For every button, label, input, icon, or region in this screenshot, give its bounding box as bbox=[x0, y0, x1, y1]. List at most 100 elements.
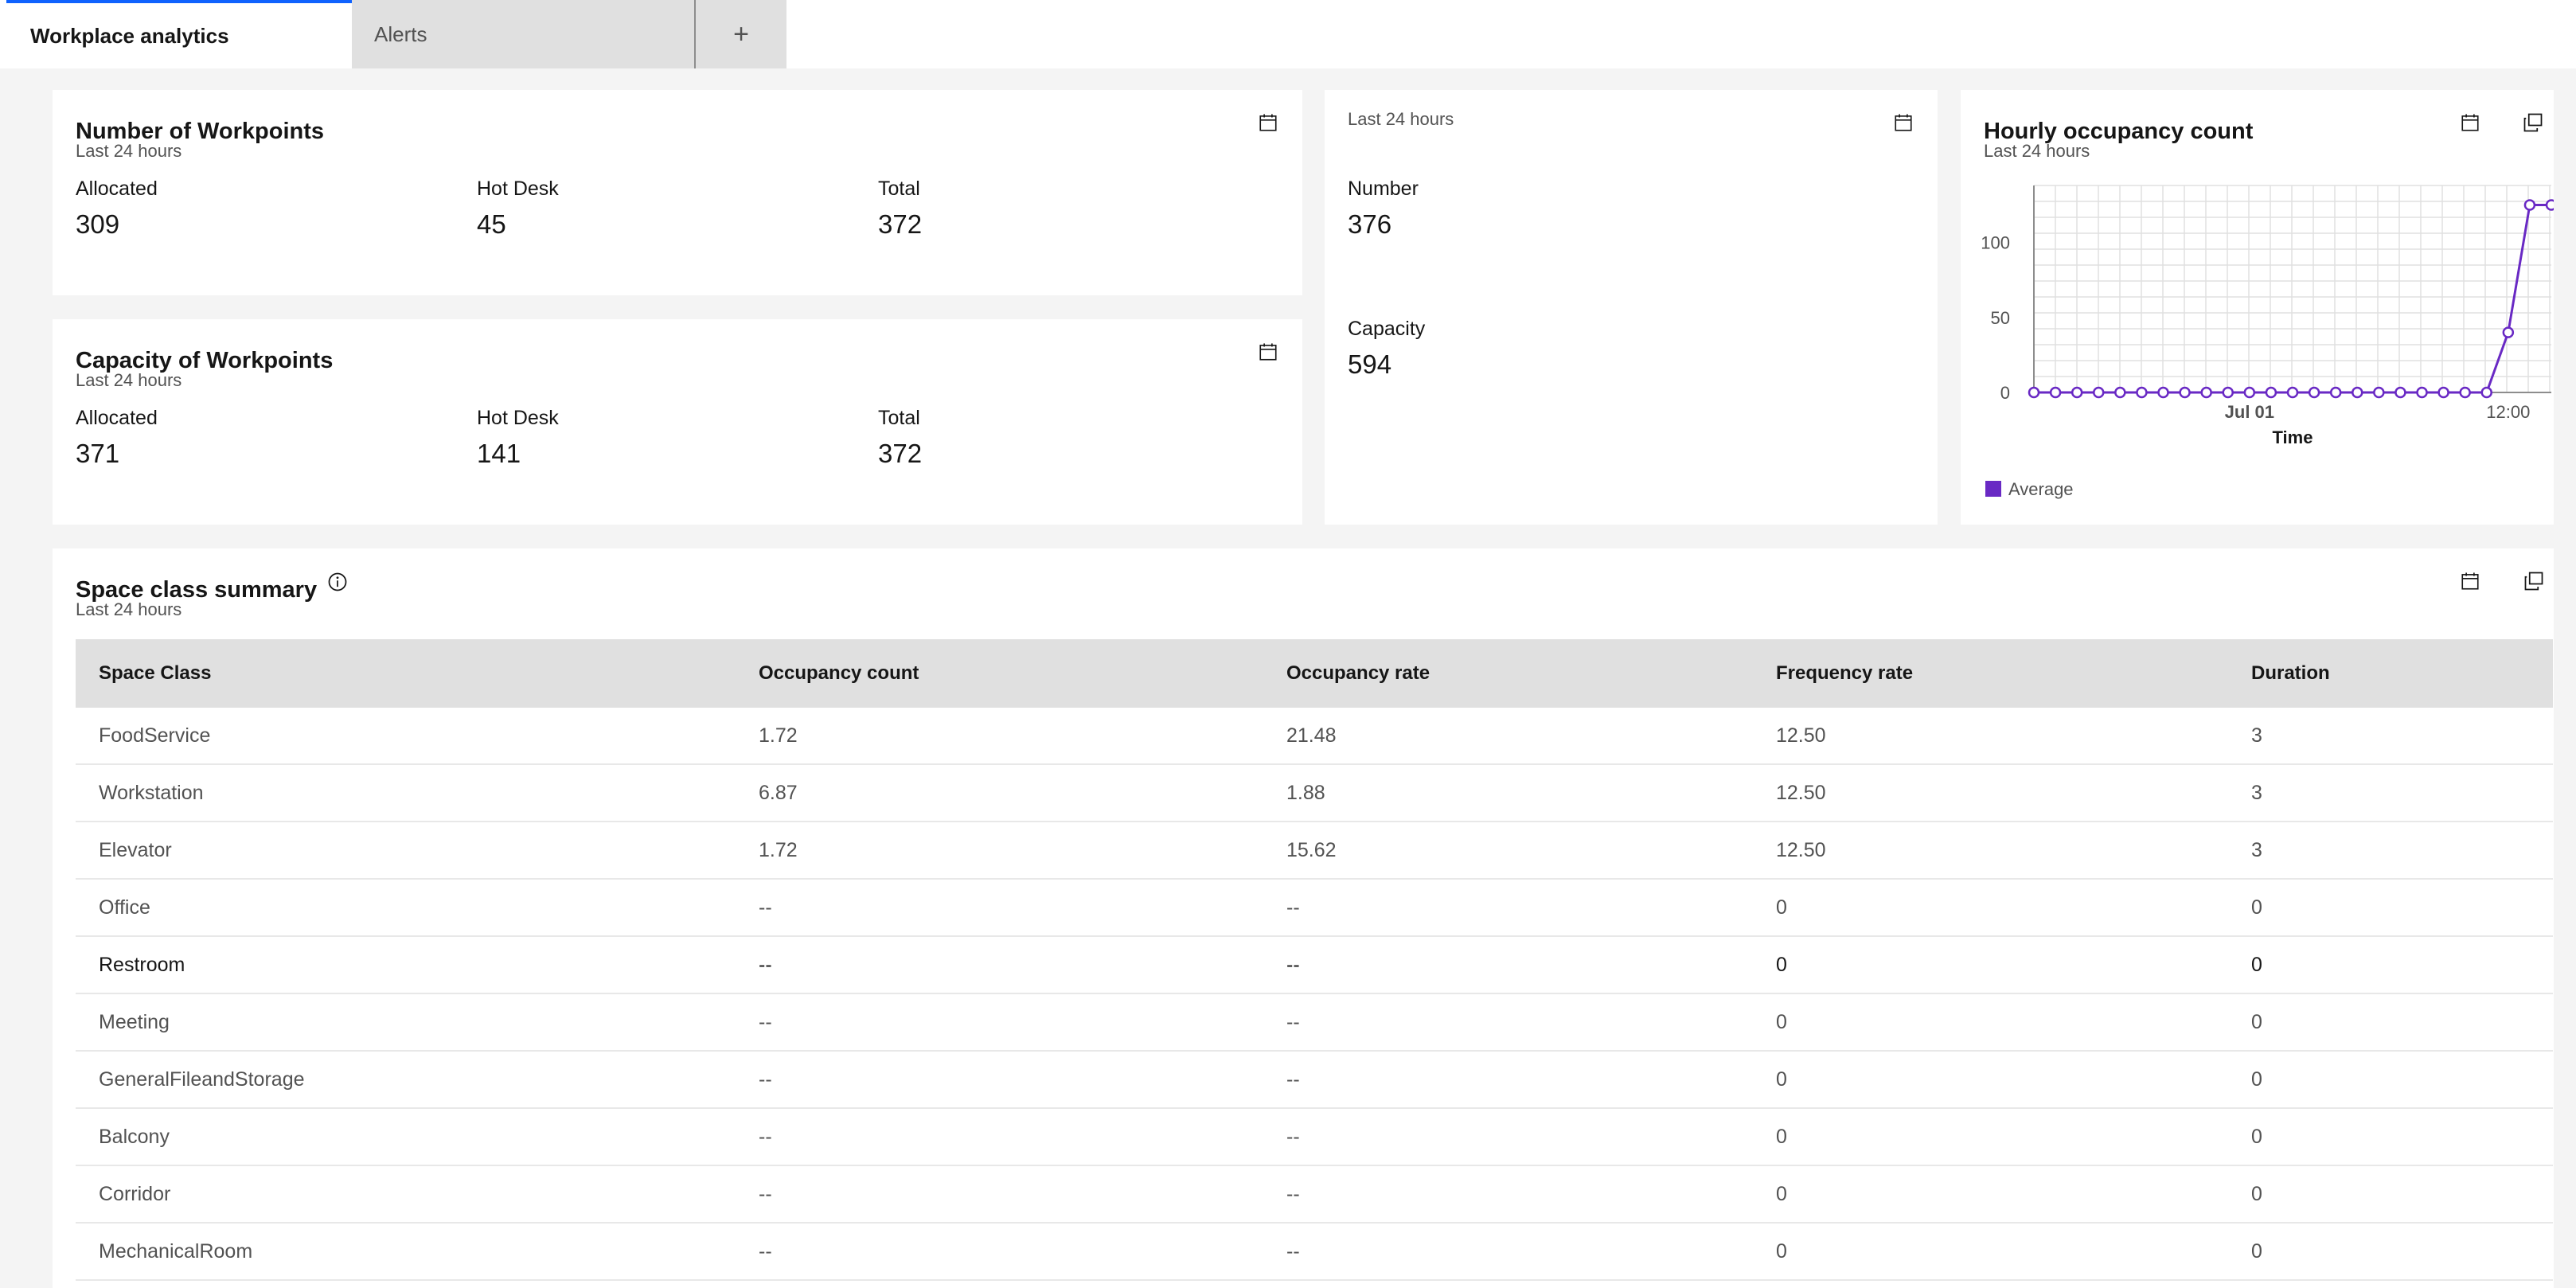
data-point bbox=[2243, 386, 2256, 399]
metric-label-total: Total bbox=[878, 407, 920, 429]
cell-duration: 0 bbox=[2251, 896, 2262, 919]
cell-occupancy-count: 1.72 bbox=[759, 838, 798, 861]
cell-duration: 3 bbox=[2251, 781, 2262, 804]
column-header-duration[interactable]: Duration bbox=[2251, 639, 2330, 708]
cell-occupancy-count: -- bbox=[759, 1010, 772, 1033]
cell-space-class: Restroom bbox=[99, 953, 185, 976]
cell-occupancy-rate: -- bbox=[1286, 1182, 1300, 1205]
summary-tile: Last 24 hours Number 376 Capacity 594 bbox=[1325, 90, 1938, 525]
cell-occupancy-count: 6.87 bbox=[759, 781, 798, 804]
cell-occupancy-rate: 15.62 bbox=[1286, 838, 1337, 861]
metric-value-total: 372 bbox=[878, 209, 923, 239]
cell-space-class: Meeting bbox=[99, 1010, 170, 1033]
column-header-frequency-rate[interactable]: Frequency rate bbox=[1776, 639, 1913, 708]
metric-value-allocated: 309 bbox=[76, 209, 120, 239]
data-point bbox=[2480, 386, 2492, 399]
x-tick-label: Jul 01 bbox=[2225, 402, 2274, 422]
cell-frequency-rate: 0 bbox=[1776, 1125, 1787, 1148]
calendar-icon[interactable] bbox=[1891, 111, 1915, 135]
number-value: 376 bbox=[1348, 209, 1392, 239]
cell-occupancy-count: -- bbox=[759, 896, 772, 919]
data-point bbox=[2502, 326, 2515, 338]
tab-workplace-analytics[interactable]: Workplace analytics bbox=[6, 0, 352, 68]
calendar-icon[interactable] bbox=[1256, 111, 1280, 135]
table-row[interactable]: Balcony -- -- 0 0 bbox=[76, 1109, 2553, 1166]
tab-bar: Workplace analytics Alerts + bbox=[0, 0, 2576, 68]
cell-occupancy-rate: -- bbox=[1286, 1010, 1300, 1033]
info-icon[interactable] bbox=[326, 570, 349, 594]
cell-space-class: Balcony bbox=[99, 1125, 170, 1148]
table-body: FoodService 1.72 21.48 12.50 3 Workstation 6.8… bbox=[76, 708, 2553, 1281]
y-tick-label: 100 bbox=[1981, 233, 2010, 253]
cell-frequency-rate: 0 bbox=[1776, 1010, 1787, 1033]
add-tab-button[interactable]: + bbox=[694, 0, 786, 68]
cell-occupancy-rate: 21.48 bbox=[1286, 724, 1337, 747]
table-row[interactable]: Workstation 6.87 1.88 12.50 3 bbox=[76, 765, 2553, 822]
data-point bbox=[2352, 386, 2363, 399]
cell-occupancy-count: 1.72 bbox=[759, 724, 798, 747]
cell-occupancy-count: -- bbox=[759, 953, 772, 976]
metric-label-allocated: Allocated bbox=[76, 178, 158, 200]
cell-frequency-rate: 12.50 bbox=[1776, 838, 1826, 861]
cell-space-class: Elevator bbox=[99, 838, 172, 861]
cell-frequency-rate: 0 bbox=[1776, 1067, 1787, 1091]
cell-space-class: FoodService bbox=[99, 724, 211, 747]
metric-value-hot-desk: 141 bbox=[477, 439, 521, 468]
data-point bbox=[2093, 386, 2105, 399]
calendar-icon[interactable] bbox=[1256, 340, 1280, 364]
data-point bbox=[2523, 199, 2536, 211]
tab-alerts[interactable]: Alerts bbox=[352, 0, 694, 68]
cell-duration: 3 bbox=[2251, 838, 2262, 861]
x-tick-label: 12:00 bbox=[2486, 402, 2530, 422]
metric-value-hot-desk: 45 bbox=[477, 209, 506, 239]
cell-space-class: GeneralFileandStorage bbox=[99, 1067, 305, 1091]
table-row[interactable]: Corridor -- -- 0 0 bbox=[76, 1166, 2553, 1224]
table-row[interactable]: Meeting -- -- 0 0 bbox=[76, 994, 2553, 1052]
table-row[interactable]: Elevator 1.72 15.62 12.50 3 bbox=[76, 822, 2553, 880]
y-tick-label: 0 bbox=[2000, 383, 2010, 403]
data-point bbox=[2329, 386, 2342, 399]
table-row[interactable]: Restroom -- -- 0 0 bbox=[76, 937, 2553, 994]
hourly-occupancy-chart: 0 50 100 Jul 01 12:00 Time Average bbox=[1981, 185, 2554, 499]
column-header-occupancy-count[interactable]: Occupancy count bbox=[759, 639, 919, 708]
tile-subtitle: Last 24 hours bbox=[76, 141, 182, 161]
cell-occupancy-rate: -- bbox=[1286, 1239, 1300, 1263]
tile-subtitle: Last 24 hours bbox=[76, 370, 182, 390]
data-point bbox=[2028, 386, 2040, 399]
data-point bbox=[2200, 386, 2212, 399]
cell-occupancy-rate: -- bbox=[1286, 953, 1300, 976]
data-point bbox=[2373, 386, 2385, 399]
table-row[interactable]: MechanicalRoom -- -- 0 0 bbox=[76, 1224, 2553, 1281]
table-row[interactable]: Office -- -- 0 0 bbox=[76, 880, 2553, 937]
cell-occupancy-rate: -- bbox=[1286, 896, 1300, 919]
table-row[interactable]: GeneralFileandStorage -- -- 0 0 bbox=[76, 1052, 2553, 1109]
column-header-space-class[interactable]: Space Class bbox=[99, 639, 211, 708]
hourly-occupancy-tile: Hourly occupancy count Last 24 hours 0 50… bbox=[1961, 90, 2554, 525]
capacity-tile: Capacity of Workpoints Last 24 hours All… bbox=[53, 319, 1302, 525]
data-point bbox=[2437, 386, 2449, 399]
cell-frequency-rate: 0 bbox=[1776, 1239, 1787, 1263]
data-point bbox=[2222, 386, 2234, 399]
calendar-icon[interactable] bbox=[2458, 569, 2482, 593]
capacity-value: 594 bbox=[1348, 349, 1392, 379]
cell-duration: 0 bbox=[2251, 953, 2262, 976]
capacity-label: Capacity bbox=[1348, 318, 1426, 340]
data-point bbox=[2286, 386, 2299, 399]
cell-occupancy-rate: -- bbox=[1286, 1067, 1300, 1091]
cell-occupancy-count: -- bbox=[759, 1239, 772, 1263]
cell-frequency-rate: 0 bbox=[1776, 1182, 1787, 1205]
expand-icon[interactable] bbox=[2522, 569, 2546, 593]
cell-duration: 0 bbox=[2251, 1067, 2262, 1091]
cell-duration: 3 bbox=[2251, 724, 2262, 747]
metric-value-allocated: 371 bbox=[76, 439, 120, 468]
workpoints-tile: Number of Workpoints Last 24 hours Alloc… bbox=[53, 90, 1302, 295]
cell-frequency-rate: 12.50 bbox=[1776, 781, 1826, 804]
cell-space-class: Office bbox=[99, 896, 150, 919]
space-class-table: Space Class Occupancy count Occupancy ra… bbox=[76, 639, 2553, 1281]
cell-duration: 0 bbox=[2251, 1125, 2262, 1148]
tile-subtitle: Last 24 hours bbox=[1348, 109, 1454, 129]
data-point bbox=[2545, 199, 2554, 211]
table-row[interactable]: FoodService 1.72 21.48 12.50 3 bbox=[76, 708, 2553, 765]
cell-occupancy-count: -- bbox=[759, 1182, 772, 1205]
column-header-occupancy-rate[interactable]: Occupancy rate bbox=[1286, 639, 1430, 708]
